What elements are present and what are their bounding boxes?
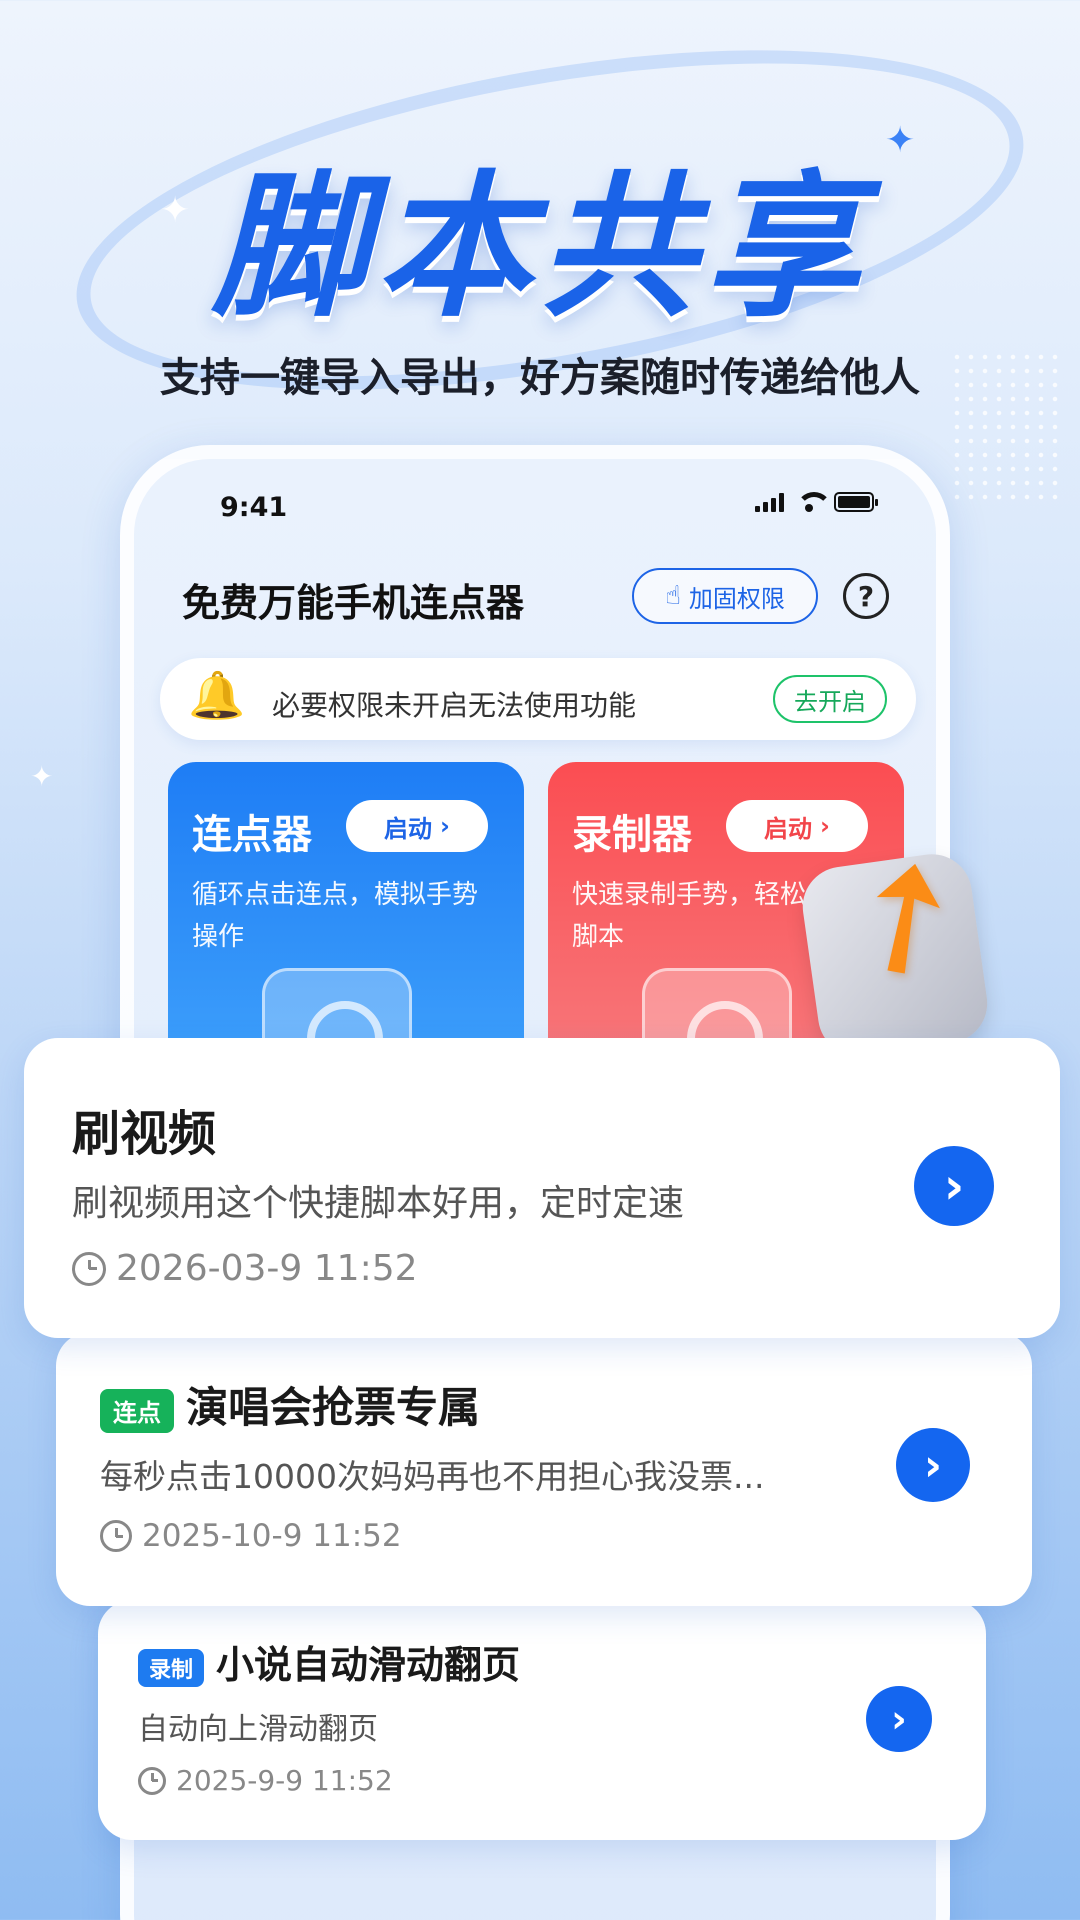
enable-button[interactable]: 去开启 xyxy=(773,675,887,723)
script-description: 刷视频用这个快捷脚本好用，定时定速 xyxy=(72,1183,685,1224)
banner-text: 必要权限未开启无法使用功能 xyxy=(272,689,637,722)
chevron-right-icon: › xyxy=(820,812,830,840)
status-icons xyxy=(755,492,878,512)
permission-button[interactable]: ☝ 加固权限 xyxy=(632,568,818,624)
date-text: 2025-10-9 11:52 xyxy=(142,1518,402,1554)
feature-title: 录制器 xyxy=(572,812,692,858)
script-title: 录制 小说自动滑动翻页 xyxy=(138,1634,520,1689)
script-description: 自动向上滑动翻页 xyxy=(138,1712,378,1747)
bell-icon: 🔔 xyxy=(188,668,246,722)
wifi-icon xyxy=(796,492,832,512)
signal-icon xyxy=(755,492,784,512)
record-tag: 录制 xyxy=(138,1648,204,1687)
script-card[interactable]: 连点 演唱会抢票专属 每秒点击10000次妈妈再也不用担心我没票... 2025-… xyxy=(56,1332,1032,1606)
share-arrow-icon: ➚ xyxy=(797,808,1020,1070)
script-date: 2025-9-9 11:52 xyxy=(138,1764,393,1797)
date-text: 2025-9-9 11:52 xyxy=(176,1764,393,1797)
script-title: 刷视频 xyxy=(72,1106,217,1162)
app-title: 免费万能手机连点器 xyxy=(182,581,525,625)
status-time: 9:41 xyxy=(220,492,288,523)
open-script-button[interactable]: › xyxy=(866,1686,932,1752)
script-date: 2025-10-9 11:52 xyxy=(100,1518,402,1554)
script-title-text: 演唱会抢票专属 xyxy=(186,1383,481,1432)
hand-pointer-icon: ☝ xyxy=(665,581,681,611)
hero-title: 脚本共享 xyxy=(212,156,868,338)
help-button[interactable]: ? xyxy=(843,573,889,619)
permission-button-label: 加固权限 xyxy=(688,584,785,613)
battery-icon xyxy=(834,492,878,512)
script-title: 连点 演唱会抢票专属 xyxy=(100,1374,480,1435)
script-card[interactable]: 刷视频 刷视频用这个快捷脚本好用，定时定速 2026-03-9 11:52 › xyxy=(24,1038,1060,1338)
open-script-button[interactable]: › xyxy=(896,1428,970,1502)
sparkle-icon: ✦ xyxy=(30,760,54,793)
click-tag: 连点 xyxy=(100,1388,174,1433)
start-button[interactable]: 启动 › xyxy=(346,800,488,852)
script-title-text: 小说自动滑动翻页 xyxy=(216,1643,521,1687)
script-description: 每秒点击10000次妈妈再也不用担心我没票... xyxy=(100,1457,765,1496)
start-button-label: 启动 xyxy=(384,814,433,843)
hero-subtitle: 支持一键导入导出，好方案随时传递给他人 xyxy=(160,355,920,401)
script-date: 2026-03-9 11:52 xyxy=(72,1248,418,1289)
open-script-button[interactable]: › xyxy=(914,1146,994,1226)
start-button-label: 启动 xyxy=(764,814,813,843)
feature-title: 连点器 xyxy=(192,812,312,858)
clicker-card[interactable]: 连点器 启动 › 循环点击连点，模拟手势操作 xyxy=(168,762,524,1082)
script-card[interactable]: 录制 小说自动滑动翻页 自动向上滑动翻页 2025-9-9 11:52 › xyxy=(98,1600,986,1840)
date-text: 2026-03-9 11:52 xyxy=(116,1248,418,1289)
feature-description: 循环点击连点，模拟手势操作 xyxy=(192,880,479,952)
clock-icon xyxy=(72,1251,106,1286)
chevron-right-icon: › xyxy=(440,812,450,840)
clock-icon xyxy=(100,1520,132,1552)
clock-icon xyxy=(138,1766,166,1795)
